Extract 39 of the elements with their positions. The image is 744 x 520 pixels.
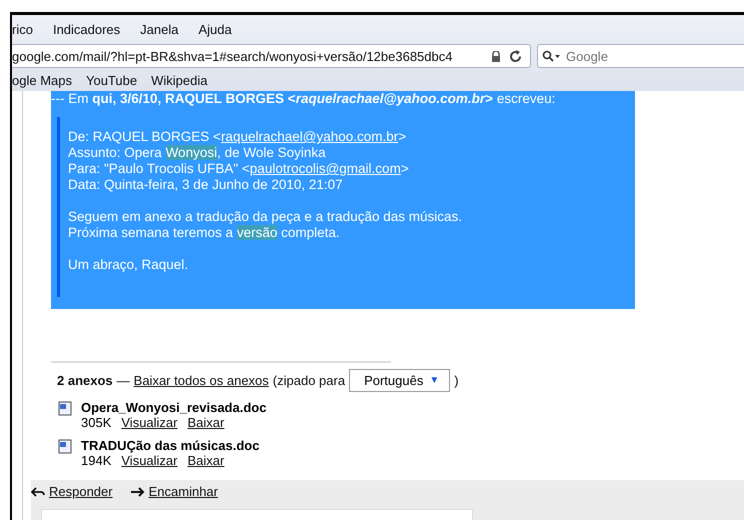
reply-link[interactable]: Responder [49, 484, 113, 499]
bookmark-link[interactable]: ogle Maps [12, 72, 72, 88]
lock-icon [491, 50, 501, 62]
address-bar[interactable]: google.com/mail/?hl=pt-BR&shva=1#search/wonyosi+versão/12be3685dbc4 [12, 44, 531, 68]
file-name: Opera_Wonyosi_revisada.doc [81, 400, 266, 415]
menu-item[interactable]: Ajuda [198, 22, 232, 36]
language-select[interactable]: Português ▼ [349, 369, 450, 392]
menu-item[interactable]: Janela [140, 22, 178, 36]
search-field[interactable]: Google [537, 44, 744, 68]
document-icon [57, 400, 73, 416]
menu-item[interactable]: Indicadores [52, 22, 120, 36]
dash-text: — [116, 373, 130, 388]
quote-header: --- Em qui, 3/6/10, RAQUEL BORGES <raquelrachael@yahoo.com.br> escreveu: [51, 91, 556, 107]
file-size: 305K [81, 415, 112, 430]
bookmark-link[interactable]: Wikipedia [151, 72, 208, 88]
message-line: Próxima semana teremos a versão completa. [68, 225, 341, 241]
message-line: Um abraço, Raquel. [68, 257, 190, 273]
document-icon [57, 438, 73, 454]
attachment-count: 2 anexos [57, 373, 113, 388]
forward-arrow-icon [130, 486, 145, 496]
reload-icon[interactable] [509, 50, 522, 62]
message-line: Para: "Paulo Trocolis UFBA" <paulotrocolis@gmail.com> [68, 161, 410, 177]
forward-link[interactable]: Encaminhar [148, 484, 218, 499]
download-all-link[interactable]: Baixar todos os anexos [134, 373, 269, 388]
download-link[interactable]: Baixar [188, 415, 224, 430]
message-line: De: RAQUEL BORGES <raquelrachael@yahoo.com.br> [68, 129, 408, 145]
close-paren: ) [454, 373, 459, 388]
view-link[interactable]: Visualizar [121, 415, 178, 430]
message-line: Data: Quinta-feira, 3 de Junho de 2010, 21:07 [68, 177, 344, 193]
reply-arrow-icon [31, 486, 45, 496]
zip-label: (zipado para [272, 373, 346, 388]
view-link[interactable]: Visualizar [121, 453, 178, 468]
file-name: TRADUÇão das músicas.doc [81, 438, 260, 453]
message-line: Seguem em anexo a tradução da peça e a tradução das músicas. [68, 209, 463, 225]
bookmark-link[interactable]: YouTube [86, 72, 138, 88]
menu-item[interactable]: rico [12, 22, 33, 36]
message-line: Assunto: Opera Wonyosi, de Wole Soyinka [68, 145, 327, 161]
download-link[interactable]: Baixar [188, 453, 224, 468]
file-size: 194K [81, 453, 112, 468]
